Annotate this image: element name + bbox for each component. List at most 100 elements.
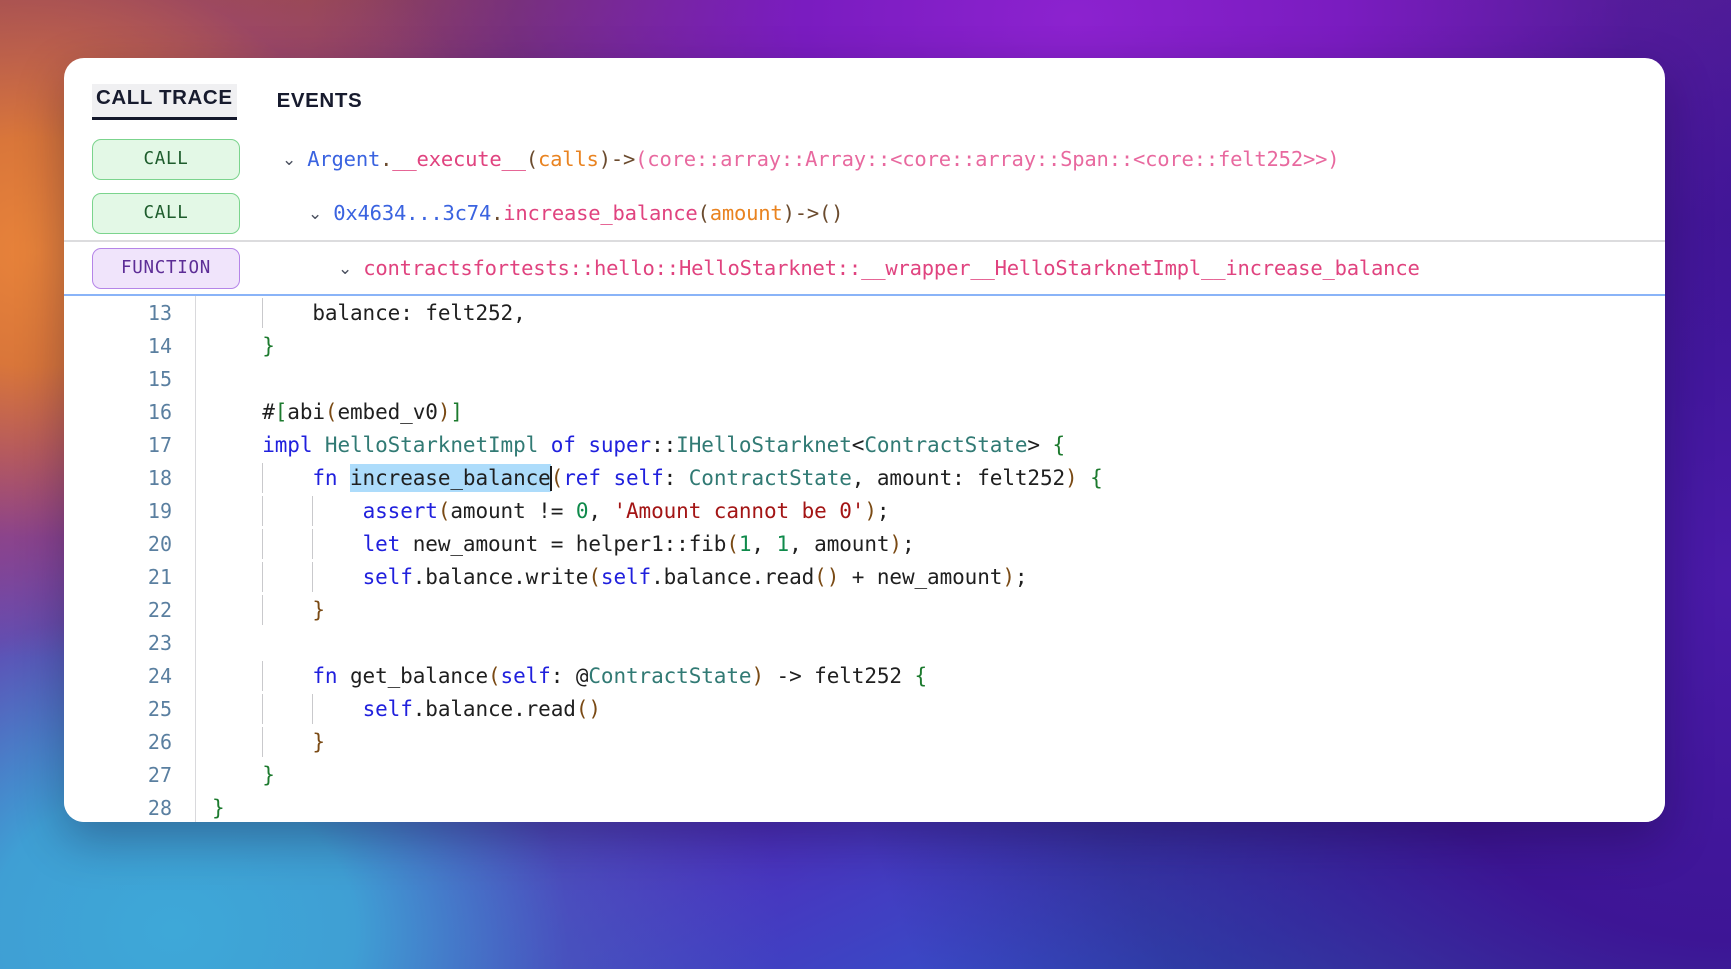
code-token: of — [550, 432, 576, 457]
line-number: 19 — [147, 498, 172, 523]
trace-paren-open: ( — [697, 201, 710, 225]
line-number: 25 — [147, 696, 172, 721]
code-token: embed_v0 — [337, 399, 438, 424]
code-token: abi — [287, 399, 325, 424]
code-token: ContractState — [864, 432, 1028, 457]
trace-row[interactable]: CALL ⌄ 0x4634...3c74.increase_balance(am… — [64, 186, 1665, 240]
trace-method: increase_balance — [503, 201, 698, 225]
code-token: } — [262, 762, 275, 787]
trace-row-label: 0x4634...3c74.increase_balance(amount)->… — [333, 201, 843, 225]
code-token: () — [814, 564, 840, 589]
code-token: # — [262, 399, 275, 424]
code-line: 21 self.balance.write(self.balance.read(… — [64, 560, 1665, 593]
code-token: super — [588, 432, 652, 457]
code-line: 24 fn get_balance(self: @ContractState) … — [64, 659, 1665, 692]
trace-row-selected[interactable]: FUNCTION ⌄ contractsfortests::hello::Hel… — [64, 240, 1665, 296]
code-line: 25 self.balance.read() — [64, 692, 1665, 725]
code-token: , — [751, 531, 777, 556]
line-number: 15 — [147, 366, 172, 391]
tab-events[interactable]: EVENTS — [273, 87, 367, 120]
code-token: -> felt252 — [763, 663, 915, 688]
code-text: #[abi(embed_v0)] — [194, 400, 1665, 424]
code-line: 16 #[abi(embed_v0)] — [64, 395, 1665, 428]
code-text: fn increase_balance(ref self: ContractSt… — [194, 462, 1665, 493]
trace-dot: . — [380, 147, 393, 171]
trace-object: Argent — [307, 147, 381, 171]
chevron-down-icon[interactable]: ⌄ — [282, 151, 296, 168]
code-line: 27 } — [64, 758, 1665, 791]
code-line: 14 } — [64, 329, 1665, 362]
trace-argument: calls — [537, 147, 599, 171]
line-number: 23 — [147, 630, 172, 655]
tab-call-trace[interactable]: CALL TRACE — [92, 84, 237, 120]
code-token: ContractState — [688, 465, 852, 490]
code-token: self — [500, 663, 551, 688]
code-line: 23 — [64, 626, 1665, 659]
line-number: 27 — [147, 762, 172, 787]
code-line: 22 } — [64, 593, 1665, 626]
line-number: 17 — [147, 432, 172, 457]
chevron-down-icon[interactable]: ⌄ — [338, 260, 352, 277]
code-text: let new_amount = helper1::fib(1, 1, amou… — [194, 528, 1665, 559]
code-token: ref — [563, 465, 601, 490]
trace-badge-call: CALL — [92, 138, 240, 180]
code-text: impl HelloStarknetImpl of super::IHelloS… — [194, 433, 1665, 457]
chevron-down-icon[interactable]: ⌄ — [308, 205, 322, 222]
trace-method: __execute__ — [392, 147, 526, 171]
code-text: self.balance.write(self.balance.read() +… — [194, 561, 1665, 592]
trace-paren-close: ) — [598, 147, 611, 171]
trace-object: 0x4634...3c74 — [333, 201, 492, 225]
code-text: } — [194, 594, 1665, 625]
code-token: } — [312, 729, 325, 754]
code-token: ; — [901, 531, 915, 556]
code-token: self — [600, 564, 652, 589]
line-number: 13 — [147, 300, 172, 325]
code-token: { — [1052, 432, 1066, 457]
line-number: 22 — [147, 597, 172, 622]
code-text: assert(amount != 0, 'Amount cannot be 0'… — [194, 495, 1665, 526]
code-token: 1 — [776, 531, 790, 556]
code-token: ) — [1002, 564, 1015, 589]
code-token: { — [1090, 465, 1103, 490]
code-token: [ — [274, 399, 288, 424]
trace-badge-function: FUNCTION — [92, 247, 240, 289]
code-token: assert — [362, 498, 438, 523]
line-number: 26 — [147, 729, 172, 754]
line-number: 21 — [147, 564, 172, 589]
trace-row[interactable]: CALL ⌄ Argent.__execute__(calls)->(core:… — [64, 132, 1665, 186]
code-token: ContractState — [588, 663, 752, 688]
line-number: 28 — [147, 795, 172, 820]
call-trace-list: CALL ⌄ Argent.__execute__(calls)->(core:… — [64, 120, 1665, 296]
code-lines: 13 balance: felt252, 14 } 15 16 #[abi(embed… — [64, 296, 1665, 822]
code-text: self.balance.read() — [194, 693, 1665, 724]
code-text: } — [194, 763, 1665, 787]
line-number: 20 — [147, 531, 172, 556]
code-token: fn — [312, 465, 338, 490]
code-token: ( — [550, 465, 564, 490]
code-token: ; — [876, 498, 890, 523]
line-number: 16 — [147, 399, 172, 424]
code-line: 15 — [64, 362, 1665, 395]
code-token: , — [513, 300, 526, 325]
code-token: impl — [262, 432, 313, 457]
code-token: : — [400, 300, 426, 325]
code-token: IHelloStarknet — [676, 432, 852, 457]
tab-bar: CALL TRACE EVENTS — [64, 58, 1665, 120]
trace-paren-open: ( — [525, 147, 538, 171]
code-token: ) — [864, 498, 877, 523]
code-token: , — [588, 498, 614, 523]
code-line: 26 } — [64, 725, 1665, 758]
trace-function-path: contractsfortests::hello::HelloStarknet:… — [363, 256, 1420, 280]
code-token: , amount: felt252 — [851, 465, 1066, 490]
code-token: ) — [437, 399, 451, 424]
code-token: < — [851, 432, 865, 457]
code-token: ) — [1065, 465, 1078, 490]
code-editor[interactable]: 13 balance: felt252, 14 } 15 16 #[abi(embed… — [64, 296, 1665, 822]
code-token: .balance.read — [651, 564, 815, 589]
code-token: self — [362, 696, 413, 721]
code-line: 19 assert(amount != 0, 'Amount cannot be… — [64, 494, 1665, 527]
code-text: balance: felt252, — [194, 297, 1665, 328]
